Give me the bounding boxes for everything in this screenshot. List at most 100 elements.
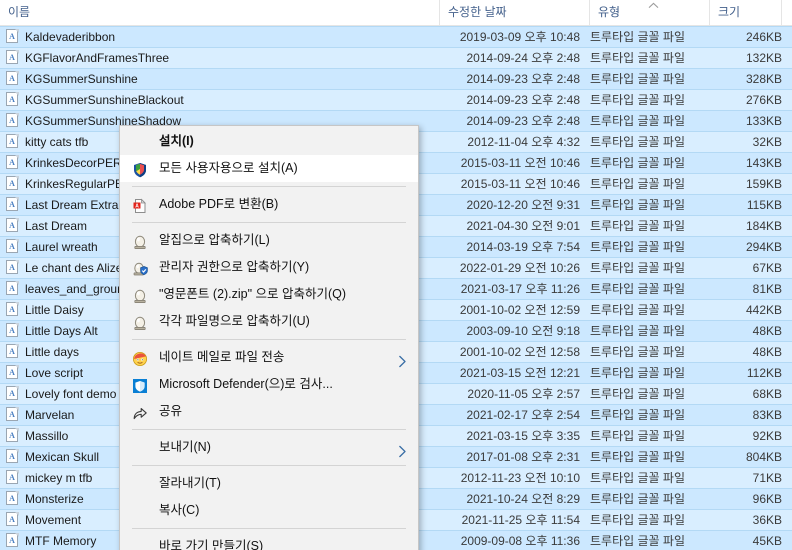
menu-item[interactable]: A Adobe PDF로 변환(B) <box>120 191 418 218</box>
file-type-cell: 트루타입 글꼴 파일 <box>590 51 685 65</box>
column-header-name[interactable]: 이름 <box>0 0 440 25</box>
truetype-font-file-icon: A <box>6 533 19 548</box>
menu-item[interactable]: 바로 가기 만들기(S) <box>120 533 418 550</box>
file-date-cell: 2021-03-15 오전 12:21 <box>459 366 580 380</box>
file-date-cell: 2014-09-24 오후 2:48 <box>466 51 581 65</box>
defender-shield-icon <box>132 377 148 393</box>
submenu-chevron-right-icon <box>398 351 408 367</box>
menu-item[interactable]: 복사(C) <box>120 497 418 524</box>
menu-item[interactable]: 잘라내기(T) <box>120 470 418 497</box>
adobe-pdf-icon: A <box>132 197 148 213</box>
file-size-cell: 276KB <box>745 93 782 107</box>
menu-item[interactable]: 공유 <box>120 398 418 425</box>
file-date-cell: 2012-11-04 오후 4:32 <box>467 135 580 149</box>
file-name-cell: A KGSummerSunshineBlackout <box>6 90 436 111</box>
file-type-cell: 트루타입 글꼴 파일 <box>590 219 685 233</box>
file-name-cell: A KGSummerSunshine <box>6 69 436 90</box>
file-date-cell: 2003-09-10 오전 9:18 <box>466 324 581 338</box>
file-name-label: Love script <box>25 366 84 380</box>
menu-item-label: 알집으로 압축하기(L) <box>159 233 270 247</box>
truetype-font-file-icon: A <box>6 29 19 44</box>
file-type-cell: 트루타입 글꼴 파일 <box>590 513 685 527</box>
menu-item-label: 각각 파일명으로 압축하기(U) <box>159 314 310 328</box>
context-menu[interactable]: 설치(I) 모든 사용자용으로 설치(A) A Adobe PDF로 변환(B) 알집으… <box>119 125 419 550</box>
truetype-font-file-icon: A <box>6 134 19 149</box>
file-size-cell: 143KB <box>745 156 782 170</box>
file-size-cell: 112KB <box>746 366 782 380</box>
truetype-font-file-icon: A <box>6 281 19 296</box>
file-date-cell: 2009-09-08 오후 11:36 <box>460 534 580 548</box>
file-name-label: Massillo <box>25 429 69 443</box>
menu-item-label: 공유 <box>159 404 183 418</box>
file-size-cell: 133KB <box>745 114 782 128</box>
file-size-cell: 442KB <box>745 303 782 317</box>
table-row[interactable]: A KGSummerSunshineBlackout 2014-09-23 오후 2… <box>0 89 792 111</box>
file-size-cell: 45KB <box>752 534 782 548</box>
file-name-cell: A Kaldevaderibbon <box>6 27 436 48</box>
menu-item-label: 잘라내기(T) <box>159 476 221 490</box>
column-header-bar: 이름 수정한 날짜 유형 크기 <box>0 0 792 26</box>
menu-item[interactable]: 모든 사용자용으로 설치(A) <box>120 155 418 182</box>
file-type-cell: 트루타입 글꼴 파일 <box>590 198 685 212</box>
column-header-date-modified[interactable]: 수정한 날짜 <box>440 0 590 25</box>
file-date-cell: 2012-11-23 오전 10:10 <box>460 471 580 485</box>
file-date-cell: 2015-03-11 오전 10:46 <box>460 156 580 170</box>
column-header-type[interactable]: 유형 <box>590 0 710 25</box>
alzip-icon <box>132 287 148 303</box>
file-name-label: kitty cats tfb <box>25 135 89 149</box>
file-date-cell: 2015-03-11 오전 10:46 <box>460 177 580 191</box>
file-date-cell: 2017-01-08 오후 2:31 <box>466 450 581 464</box>
menu-item[interactable]: 관리자 권한으로 압축하기(Y) <box>120 254 418 281</box>
file-date-cell: 2021-03-15 오후 3:35 <box>466 429 581 443</box>
menu-item[interactable]: 알집으로 압축하기(L) <box>120 227 418 254</box>
file-date-cell: 2014-03-19 오후 7:54 <box>466 240 581 254</box>
shield-icon <box>132 161 148 177</box>
menu-separator <box>132 222 406 223</box>
menu-item[interactable]: Microsoft Defender(으)로 검사... <box>120 371 418 398</box>
file-type-cell: 트루타입 글꼴 파일 <box>590 72 685 86</box>
table-row[interactable]: A KGFlavorAndFramesThree 2014-09-24 오후 2:4… <box>0 47 792 69</box>
truetype-font-file-icon: A <box>6 260 19 275</box>
menu-item[interactable]: 각각 파일명으로 압축하기(U) <box>120 308 418 335</box>
truetype-font-file-icon: A <box>6 92 19 107</box>
menu-item-label: 바로 가기 만들기(S) <box>159 539 264 550</box>
file-date-cell: 2019-03-09 오후 10:48 <box>459 30 580 44</box>
menu-item[interactable]: 설치(I) <box>120 128 418 155</box>
menu-item-label: 설치(I) <box>159 134 194 148</box>
file-size-cell: 96KB <box>752 492 782 506</box>
menu-item[interactable]: "영문폰트 (2).zip" 으로 압축하기(Q) <box>120 281 418 308</box>
menu-item[interactable]: 네이트 메일로 파일 전송 <box>120 344 418 371</box>
menu-separator <box>132 429 406 430</box>
table-row[interactable]: A Kaldevaderibbon 2019-03-09 오후 10:48 트루타입 … <box>0 26 792 48</box>
file-size-cell: 92KB <box>752 429 782 443</box>
nate-mail-icon <box>132 350 148 366</box>
file-size-cell: 71KB <box>752 471 782 485</box>
file-date-cell: 2014-09-23 오후 2:48 <box>466 72 581 86</box>
truetype-font-file-icon: A <box>6 113 19 128</box>
file-name-label: Marvelan <box>25 408 75 422</box>
menu-item-label: "영문폰트 (2).zip" 으로 압축하기(Q) <box>159 287 347 301</box>
file-type-cell: 트루타입 글꼴 파일 <box>590 30 685 44</box>
file-name-label: mickey m tfb <box>25 471 93 485</box>
menu-item[interactable]: 보내기(N) <box>120 434 418 461</box>
file-type-cell: 트루타입 글꼴 파일 <box>590 240 685 254</box>
file-type-cell: 트루타입 글꼴 파일 <box>590 366 685 380</box>
file-type-cell: 트루타입 글꼴 파일 <box>590 492 685 506</box>
truetype-font-file-icon: A <box>6 344 19 359</box>
menu-separator <box>132 339 406 340</box>
file-size-cell: 184KB <box>745 219 782 233</box>
column-header-size[interactable]: 크기 <box>710 0 782 25</box>
file-name-label: Movement <box>25 513 82 527</box>
column-header-name-label: 이름 <box>8 5 31 19</box>
file-type-cell: 트루타입 글꼴 파일 <box>590 450 685 464</box>
file-name-label: KGSummerSunshineBlackout <box>25 93 184 107</box>
file-size-cell: 81KB <box>752 282 782 296</box>
file-size-cell: 32KB <box>752 135 782 149</box>
table-row[interactable]: A KGSummerSunshine 2014-09-23 오후 2:48 트루타입 … <box>0 68 792 90</box>
file-name-label: Little Days Alt <box>25 324 98 338</box>
menu-item-label: 복사(C) <box>159 503 200 517</box>
file-date-cell: 2021-10-24 오전 8:29 <box>466 492 581 506</box>
file-size-cell: 246KB <box>745 30 782 44</box>
file-name-label: Laurel wreath <box>25 240 98 254</box>
menu-separator <box>132 528 406 529</box>
